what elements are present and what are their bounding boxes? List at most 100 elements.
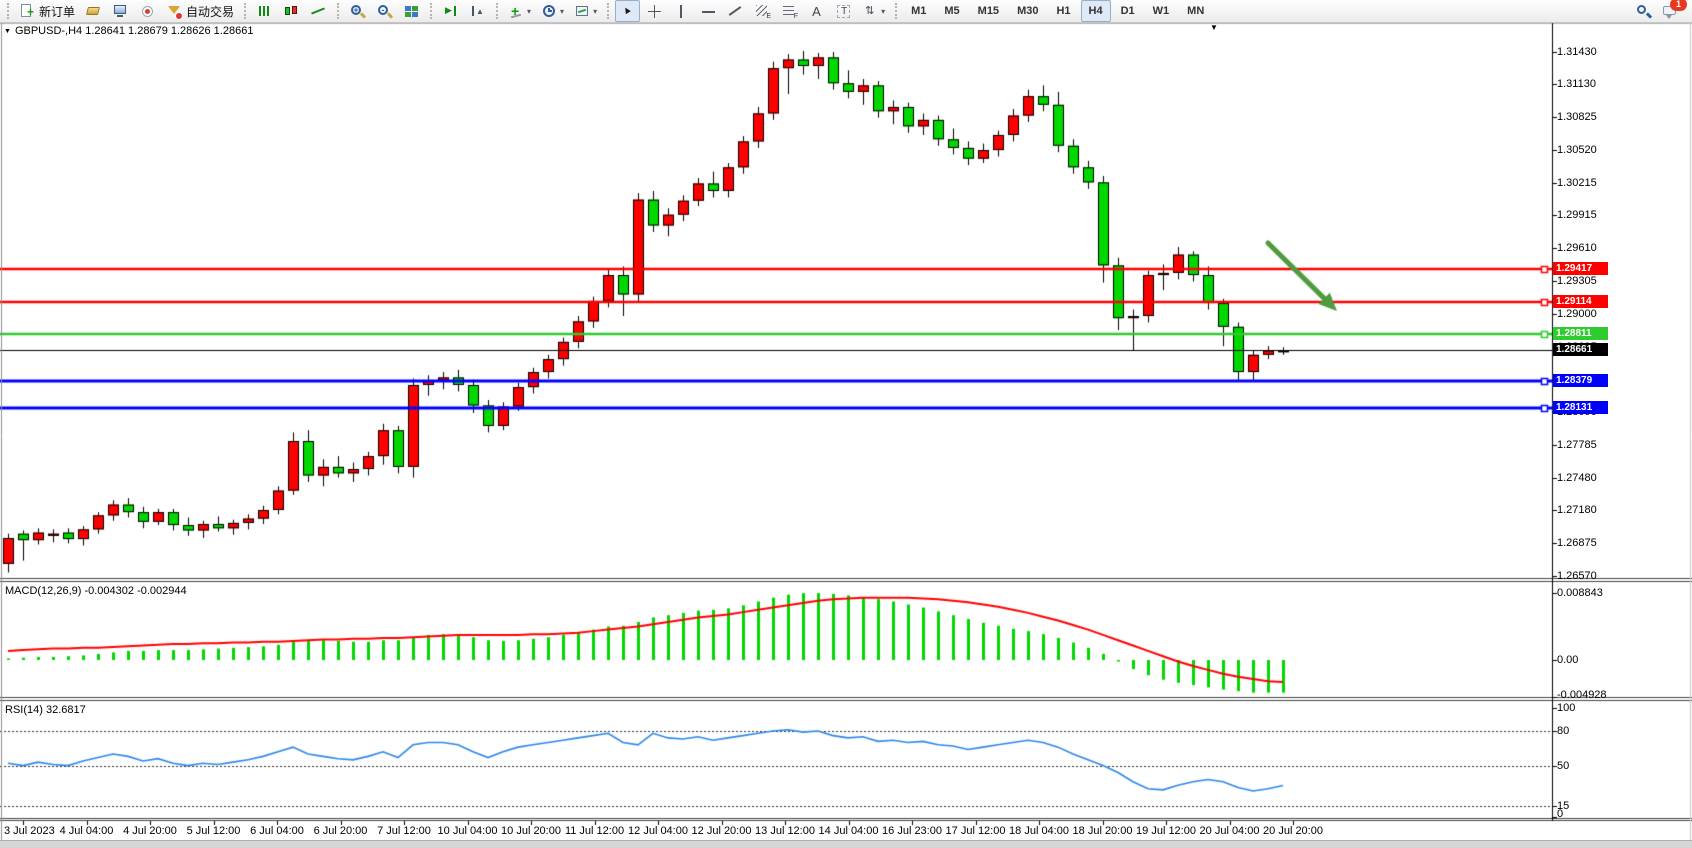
horizontal-line-button[interactable]	[696, 0, 721, 22]
tf-h1-button[interactable]: H1	[1048, 0, 1078, 22]
toolbar-grip	[895, 3, 897, 19]
tf-h1-label: H1	[1052, 5, 1074, 17]
price-tick-label: 1.30215	[1557, 177, 1597, 189]
toolbar-grip	[7, 3, 9, 19]
rsi-tick-label: 80	[1557, 725, 1569, 737]
equidistant-channel-button[interactable]	[750, 0, 775, 22]
chevron-down-icon: ▼	[4, 28, 11, 35]
template-icon	[574, 3, 591, 20]
notification-badge: 1	[1670, 0, 1687, 11]
fibo-icon	[781, 3, 798, 20]
text-label-button[interactable]	[831, 0, 856, 22]
vertical-line-button[interactable]	[669, 0, 694, 22]
monitor-icon	[112, 3, 129, 20]
signal-icon	[139, 3, 156, 20]
hline-price-label[interactable]: 1.28811	[1553, 327, 1608, 340]
time-axis-label: 13 Jul 12:00	[755, 825, 815, 837]
zoom-in-button[interactable]	[345, 0, 370, 22]
tf-m15-button[interactable]: M15	[970, 0, 1007, 22]
tf-m30-button[interactable]: M30	[1009, 0, 1046, 22]
time-axis-label: 4 Jul 20:00	[123, 825, 177, 837]
hline-price-label[interactable]: 1.29417	[1553, 262, 1608, 275]
price-tick-label: 1.29305	[1557, 275, 1597, 287]
horizontal-scrollbar[interactable]	[0, 840, 1692, 848]
arrows-icon	[862, 3, 879, 20]
symbol-ohlc-text: GBPUSD-,H4 1.28641 1.28679 1.28626 1.286…	[15, 25, 254, 37]
auto-trading-button[interactable]: 自动交易	[162, 0, 238, 22]
tf-m5-button[interactable]: M5	[936, 0, 967, 22]
new-order-button[interactable]: 新订单	[15, 0, 79, 22]
tf-d1-button[interactable]: D1	[1113, 0, 1143, 22]
text-button[interactable]	[804, 0, 829, 22]
hline-price-label[interactable]: 1.28379	[1553, 374, 1608, 387]
search-button[interactable]	[1631, 0, 1656, 22]
price-tick-label: 1.27785	[1557, 439, 1597, 451]
time-axis-label: 17 Jul 12:00	[946, 825, 1006, 837]
tf-h4-label: H4	[1085, 5, 1107, 17]
tf-mn-button[interactable]: MN	[1179, 0, 1212, 22]
zoom-out-button[interactable]	[372, 0, 397, 22]
time-axis-label: 12 Jul 04:00	[628, 825, 688, 837]
market-gold-button[interactable]	[81, 0, 106, 22]
toolbar-grip	[337, 3, 339, 19]
price-tick-label: 1.31430	[1557, 46, 1597, 58]
fibonacci-button[interactable]	[777, 0, 802, 22]
time-axis-label: 18 Jul 04:00	[1009, 825, 1069, 837]
periods-button[interactable]: ▾	[537, 0, 568, 22]
macd-tick-label: 0.008843	[1557, 587, 1603, 599]
templates-button[interactable]: ▾	[570, 0, 601, 22]
line-chart-button[interactable]	[306, 0, 331, 22]
auto-scroll-button[interactable]	[438, 0, 463, 22]
zoomin-icon	[349, 3, 366, 20]
tf-m1-button[interactable]: M1	[903, 0, 934, 22]
toolbar-grip	[430, 3, 432, 19]
price-tick-label: 1.27180	[1557, 504, 1597, 516]
rsi-tick-label: 0	[1557, 808, 1563, 820]
tf-w1-button[interactable]: W1	[1145, 0, 1178, 22]
tf-m5-label: M5	[940, 5, 963, 17]
tf-mn-label: MN	[1183, 5, 1208, 17]
time-axis-label: 7 Jul 12:00	[377, 825, 431, 837]
hline-price-label[interactable]: 1.29114	[1553, 295, 1608, 308]
crosshair-button[interactable]	[642, 0, 667, 22]
rsi-tick-label: 50	[1557, 760, 1569, 772]
autotrade-icon	[166, 3, 183, 20]
chart-shift-button[interactable]	[465, 0, 490, 22]
rsi-tick-label: 100	[1557, 702, 1575, 714]
tf-w1-label: W1	[1149, 5, 1174, 17]
bars-icon	[256, 3, 273, 20]
hline-price-label[interactable]: 1.28131	[1553, 401, 1608, 414]
candle-chart-button[interactable]	[279, 0, 304, 22]
signals-button[interactable]	[135, 0, 160, 22]
tile-windows-button[interactable]	[399, 0, 424, 22]
shift-icon	[469, 3, 486, 20]
tf-h4-button[interactable]: H4	[1081, 0, 1111, 22]
time-axis-label: 12 Jul 20:00	[692, 825, 752, 837]
symbol-ohlc-line[interactable]: ▼ GBPUSD-,H4 1.28641 1.28679 1.28626 1.28…	[4, 25, 253, 37]
autoscroll-icon	[442, 3, 459, 20]
price-tick-label: 1.31130	[1557, 78, 1596, 90]
chevron-down-icon: ▾	[560, 7, 564, 16]
notifications-button[interactable]: 1	[1658, 0, 1683, 22]
tf-m1-label: M1	[907, 5, 930, 17]
chart-overlays: ▼ GBPUSD-,H4 1.28641 1.28679 1.28626 1.28…	[0, 0, 1692, 848]
arrow-objects-button[interactable]: ▾	[858, 0, 889, 22]
toolbar-right: 1	[1630, 0, 1684, 22]
clock-icon	[541, 3, 558, 20]
trendline-icon	[727, 3, 744, 20]
chart-shift-marker[interactable]: ▼	[1210, 23, 1218, 32]
linechart-icon	[310, 3, 327, 20]
price-tick-label: 1.29000	[1557, 308, 1597, 320]
indicators-button[interactable]: ▾	[504, 0, 535, 22]
time-axis-label: 16 Jul 23:00	[882, 825, 942, 837]
price-tick-label: 1.26875	[1557, 537, 1597, 549]
bar-chart-button[interactable]	[252, 0, 277, 22]
toolbar-grip	[244, 3, 246, 19]
current-price-label[interactable]: 1.28661	[1553, 343, 1608, 356]
texta-icon	[808, 3, 825, 20]
terminal-button[interactable]	[108, 0, 133, 22]
macd-label: MACD(12,26,9) -0.004302 -0.002944	[5, 585, 187, 597]
indplus-icon	[508, 3, 525, 20]
cursor-button[interactable]	[615, 0, 640, 22]
trendline-button[interactable]	[723, 0, 748, 22]
